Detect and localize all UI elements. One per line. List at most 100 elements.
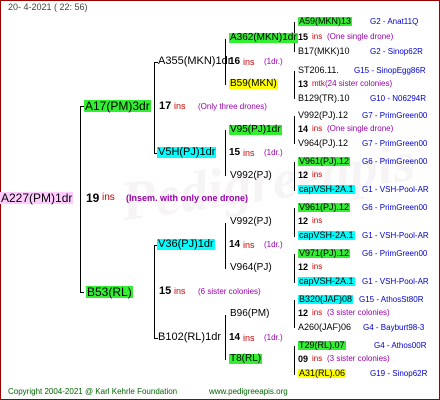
gen2-ins-label: ins	[243, 148, 255, 158]
header-date: 20- 4-2021 ( 22: 56)	[8, 2, 88, 12]
gen4-count: 14	[298, 124, 309, 134]
gen3-queen[interactable]: V964(PJ)	[230, 263, 272, 273]
gen4-top-queen[interactable]: ST206.11.	[298, 66, 339, 75]
gen4-count: 15	[298, 32, 309, 42]
gen4-top-queen[interactable]: V992(PJ).12	[298, 111, 348, 120]
gen4-bottom-code: G1 - VSH-Pool-AR	[362, 277, 429, 286]
connector	[225, 315, 226, 360]
gen2-ins-label: ins	[243, 240, 255, 250]
gen4-count: 12	[298, 262, 309, 272]
gen4-sub: (One single drone)	[327, 32, 394, 41]
gen4-count-label: ins	[312, 216, 323, 225]
root-ins-label: ins	[102, 192, 115, 203]
gen4-count: 12	[298, 308, 309, 318]
gen1-ins-label: ins	[174, 101, 186, 111]
connector	[225, 223, 226, 269]
gen4-bottom-code: G7 - PrimGreen00	[362, 139, 428, 148]
root-note: (Insem. with only one drone)	[126, 193, 249, 203]
gen2-queen[interactable]: B102(RL)1dr	[158, 332, 221, 343]
gen4-top-code: G6 - PrimGreen00	[362, 203, 428, 212]
gen4-bottom-code: G10 - N06294R	[370, 94, 427, 103]
connector	[294, 162, 295, 191]
gen3-queen[interactable]: A362(MKN)1dr	[229, 33, 298, 43]
connector	[154, 62, 155, 153]
gen1-ins-count: 15	[159, 285, 172, 297]
connector	[294, 254, 295, 283]
gen4-bottom-code: G1 - VSH-Pool-AR	[362, 185, 429, 194]
root-ins-count: 19	[86, 191, 100, 205]
connector	[294, 346, 295, 375]
gen4-count: 09	[298, 354, 309, 364]
gen2-queen[interactable]: A355(MKN)1dr	[158, 56, 231, 67]
gen4-bottom-code: G1 - VSH-Pool-AR	[362, 231, 429, 240]
gen4-bottom-queen[interactable]: A260(JAF)06	[298, 323, 351, 332]
gen4-bottom-code: G2 - Sinop62R	[370, 47, 423, 56]
connector	[294, 71, 295, 99]
gen1-queen[interactable]: B53(RL)	[86, 286, 133, 298]
connector	[80, 292, 84, 293]
gen4-count: 12	[298, 216, 309, 226]
gen2-note: (1dr.)	[264, 148, 283, 157]
gen4-count-label: ins	[312, 170, 323, 179]
gen2-queen[interactable]: V36(PJ)1dr	[157, 239, 215, 250]
footer-copyright: Copyright 2004-2021 @ Karl Kehrle Founda…	[8, 387, 178, 396]
gen4-top-code: G4 - Athos00R	[374, 341, 427, 350]
connector	[154, 245, 155, 338]
gen3-queen[interactable]: V992(PJ)	[230, 171, 272, 181]
gen2-ins-label: ins	[243, 57, 255, 67]
gen4-top-code: G6 - PrimGreen00	[362, 249, 428, 258]
gen4-count-label: mtk	[312, 79, 325, 88]
gen4-count-label: ins	[312, 262, 323, 271]
gen4-top-code: G15 - AthosSt80R	[359, 295, 424, 304]
footer-url[interactable]: www.pedigreeapis.org	[209, 388, 288, 396]
gen2-ins-count: 14	[229, 239, 241, 250]
gen2-note: (1dr.)	[264, 240, 283, 249]
gen4-top-queen[interactable]: V971(PJ).12	[298, 249, 351, 258]
gen4-count: 12	[298, 170, 309, 180]
gen2-ins-count: 14	[229, 332, 241, 343]
gen4-top-queen[interactable]: V961(PJ).12	[298, 203, 351, 212]
gen4-bottom-code: G4 - Bayburt98-3	[363, 323, 425, 332]
connector	[294, 208, 295, 237]
gen2-note: (1dr.)	[264, 57, 283, 66]
gen2-ins-count: 16	[229, 56, 241, 67]
gen4-bottom-queen[interactable]: V964(PJ).12	[298, 139, 348, 148]
root-queen[interactable]: A227(PM)1dr	[0, 192, 74, 204]
gen1-note: (Only three drones)	[198, 102, 267, 111]
gen4-sub: (3 sister colonies)	[327, 354, 390, 363]
gen4-bottom-code: G19 - Sinop62R	[370, 369, 428, 378]
gen3-queen[interactable]: T8(RL)	[229, 354, 263, 364]
gen3-queen[interactable]: V992(PJ)	[230, 217, 272, 227]
gen4-top-queen[interactable]: B320(JAF)08	[298, 295, 354, 304]
gen4-bottom-queen[interactable]: capVSH-2A.1	[298, 185, 355, 194]
gen2-note: (1dr.)	[264, 333, 283, 342]
gen1-note: (6 sister colonies)	[198, 287, 261, 296]
gen3-queen[interactable]: B59(MKN)	[229, 79, 278, 89]
gen4-top-code: G6 - PrimGreen00	[362, 157, 428, 166]
gen4-top-queen[interactable]: V961(PJ).12	[298, 157, 351, 166]
gen2-ins-label: ins	[243, 333, 255, 343]
gen1-queen[interactable]: A17(PM)3dr	[84, 100, 151, 112]
gen4-bottom-queen[interactable]: B129(TR).10	[298, 94, 350, 103]
gen4-bottom-queen[interactable]: B17(MKK)10	[298, 47, 350, 56]
gen4-sub: (3 sister colonies)	[327, 308, 390, 317]
gen4-top-code: G2 - Anat11Q	[370, 17, 419, 26]
gen4-top-code: G15 - SinopEgg86R	[354, 66, 426, 75]
gen3-queen[interactable]: B96(PM)	[230, 309, 269, 319]
gen1-ins-label: ins	[174, 286, 186, 296]
gen4-count: 13	[298, 79, 309, 89]
gen4-bottom-queen[interactable]: capVSH-2A.1	[298, 231, 355, 240]
gen4-count-label: ins	[312, 308, 323, 317]
gen4-top-queen[interactable]: A59(MKN)13	[298, 17, 353, 26]
connector	[225, 130, 226, 176]
gen4-top-code: G7 - PrimGreen00	[362, 111, 428, 120]
gen3-queen[interactable]: V95(PJ)1dr	[229, 125, 282, 135]
connector	[294, 116, 295, 144]
gen4-bottom-queen[interactable]: capVSH-2A.1	[298, 277, 355, 286]
connector	[80, 106, 81, 292]
gen2-ins-count: 15	[229, 147, 241, 158]
gen2-queen[interactable]: V5H(PJ)1dr	[157, 147, 217, 158]
gen4-top-queen[interactable]: T29(RL).07	[298, 341, 346, 350]
gen4-bottom-queen[interactable]: A31(RL).06	[298, 369, 347, 378]
connector	[294, 300, 295, 328]
